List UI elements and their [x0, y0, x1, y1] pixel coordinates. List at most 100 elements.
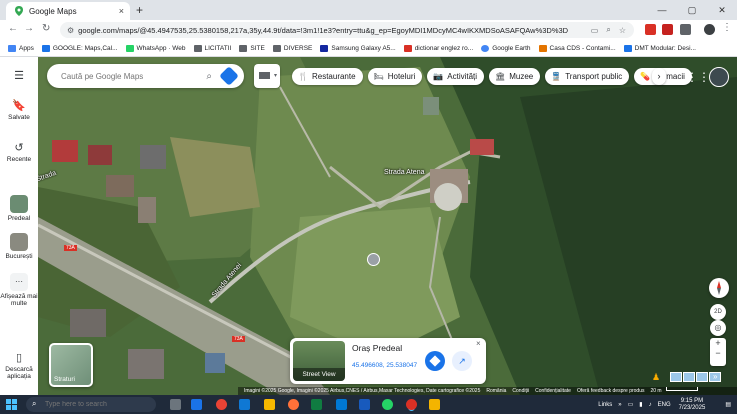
task-view-icon[interactable] [170, 399, 181, 410]
zoom-out-button[interactable]: − [710, 348, 726, 358]
bookmark-item[interactable]: dictionar englez ro... [403, 44, 473, 52]
saved-button[interactable]: 🔖 Salvate [0, 99, 38, 121]
bookmark-folder[interactable]: SITE [239, 44, 265, 52]
bookmark-item[interactable]: Samsung Galaxy A5... [320, 44, 396, 52]
layers-switcher[interactable]: Straturi [49, 343, 93, 387]
terms-link[interactable]: Condiții [512, 387, 529, 395]
tray-chevron-icon[interactable]: » [618, 402, 621, 408]
zoom-in-button[interactable]: + [710, 338, 726, 348]
taskbar-search-box[interactable]: ⌕ [26, 397, 156, 412]
bookmark-item[interactable]: Casa CDS - Contami... [538, 44, 616, 52]
privacy-link[interactable]: Confidențialitate [535, 387, 571, 395]
maximize-button[interactable]: ▢ [677, 0, 707, 20]
browser-tab-google-maps[interactable]: Google Maps × [6, 2, 130, 20]
browser-menu-icon[interactable]: ⋮ [722, 22, 733, 33]
chip-hoteluri[interactable]: 🛏 Hoteluri [367, 68, 423, 85]
chip-transport-public[interactable]: 🚆 Transport public [545, 68, 630, 85]
feedback-link[interactable]: Oferă feedback despre produs [577, 387, 645, 395]
chips-next-button[interactable]: › [652, 68, 666, 85]
bookmark-star-icon[interactable]: ☆ [619, 26, 626, 35]
store-icon[interactable] [239, 399, 250, 410]
chip-muzee[interactable]: 🏛 Muzee [489, 68, 541, 85]
download-app-button[interactable]: ▯ Descarcă aplicația [0, 351, 38, 380]
install-app-icon[interactable]: ▭ [591, 26, 599, 35]
reload-button[interactable]: ↻ [42, 23, 50, 34]
google-apps-icon[interactable]: ⋮⋮ [686, 70, 710, 84]
recent-place-predeal[interactable]: Predeal [0, 195, 38, 222]
search-icon[interactable]: ⌕ [206, 71, 212, 82]
directions-button[interactable] [425, 351, 445, 371]
pegman-icon[interactable]: ♟ [652, 372, 660, 383]
folder-icon[interactable] [429, 399, 440, 410]
directions-icon[interactable] [219, 66, 239, 86]
taskbar-search-input[interactable] [43, 400, 147, 409]
toggle-2d-button[interactable]: 2D [710, 304, 726, 320]
battery-icon[interactable]: ▮ [639, 401, 642, 408]
word-icon[interactable] [359, 399, 370, 410]
site-info-icon[interactable]: ⚙ [67, 26, 74, 35]
bookmark-item[interactable]: GOOGLE: Maps,Cal... [41, 44, 118, 52]
maps-search-box[interactable]: ⌕ [47, 64, 244, 88]
layer-tile[interactable] [696, 372, 708, 382]
minimize-button[interactable]: — [647, 0, 677, 20]
place-coordinates[interactable]: 45.496608, 25.538047 [352, 362, 417, 369]
zoom-icon[interactable]: ⌕ [606, 25, 610, 35]
chip-restaurante[interactable]: 🍴 Restaurante [292, 68, 363, 85]
bookmark-item[interactable]: Google Earth [481, 44, 531, 52]
compass-icon[interactable] [709, 278, 729, 298]
map-layers-toggle[interactable] [254, 64, 280, 88]
bookmark-apps[interactable]: Apps [8, 44, 34, 52]
network-icon[interactable]: ▭ [628, 401, 634, 408]
chip-activitati[interactable]: 📷 Activități [427, 68, 485, 85]
layer-tile[interactable] [683, 372, 695, 382]
menu-button[interactable]: ☰ [0, 69, 38, 84]
firefox-icon[interactable] [288, 399, 299, 410]
pdf-extension-icon[interactable] [662, 24, 673, 35]
recent-place-bucuresti[interactable]: București [0, 233, 38, 260]
file-explorer-icon[interactable] [264, 399, 275, 410]
forward-button[interactable]: → [24, 23, 34, 34]
tab-close-icon[interactable]: × [119, 6, 124, 16]
bookmark-item[interactable]: DMT Modular: Desi... [623, 44, 696, 52]
samsung-icon [320, 44, 329, 52]
excel-icon[interactable] [311, 399, 322, 410]
taskbar-clock[interactable]: 9:15 PM 7/23/2025 [679, 398, 706, 412]
opera-icon[interactable] [216, 399, 227, 410]
maps-search-input[interactable] [59, 70, 207, 82]
new-tab-button[interactable]: + [136, 3, 143, 17]
windows-start-icon[interactable] [6, 399, 17, 410]
chrome-icon[interactable] [406, 399, 417, 410]
bookmark-folder[interactable]: LICITATII [193, 44, 231, 52]
volume-icon[interactable]: ♪ [649, 402, 652, 408]
close-window-button[interactable]: ✕ [707, 0, 737, 20]
tab-title: Google Maps [29, 6, 77, 16]
bookmark-folder[interactable]: DIVERSE [272, 44, 312, 52]
my-location-button[interactable]: ◎ [710, 320, 726, 336]
close-card-icon[interactable]: × [476, 339, 481, 348]
account-avatar[interactable] [709, 67, 729, 87]
notifications-icon[interactable]: ▤ [725, 401, 731, 408]
dmt-modular-icon [623, 44, 632, 52]
show-more-button[interactable]: ··· Afișează mai multe [0, 273, 38, 307]
place-info-card[interactable]: Street View Oraș Predeal 45.496608, 25.5… [290, 338, 486, 384]
share-button[interactable]: ↗ [452, 351, 472, 371]
street-view-label[interactable]: Street View [293, 368, 345, 381]
mail-icon[interactable] [336, 399, 347, 410]
adblock-extension-icon[interactable] [645, 24, 656, 35]
layer-tile[interactable] [670, 372, 682, 382]
language-indicator[interactable]: ENG [658, 402, 671, 408]
back-button[interactable]: ← [8, 23, 18, 34]
whatsapp-icon[interactable] [382, 399, 393, 410]
extensions-puzzle-icon[interactable] [680, 24, 691, 35]
edge-icon[interactable] [191, 399, 202, 410]
location-pin-icon[interactable] [367, 253, 380, 266]
profile-avatar[interactable] [704, 24, 715, 35]
google-maps-favicon-icon [15, 6, 23, 16]
bookmark-item[interactable]: WhatsApp · Web [125, 44, 186, 52]
expand-icon[interactable]: » [713, 372, 717, 381]
folder-icon [193, 44, 202, 52]
address-bar[interactable]: ⚙ google.com/maps/@45.4947535,25.5380158… [60, 22, 634, 38]
recent-button[interactable]: ↺ Recente [0, 141, 38, 163]
address-url[interactable]: google.com/maps/@45.4947535,25.5380158,2… [78, 26, 591, 35]
links-toolbar[interactable]: Links [598, 402, 612, 408]
